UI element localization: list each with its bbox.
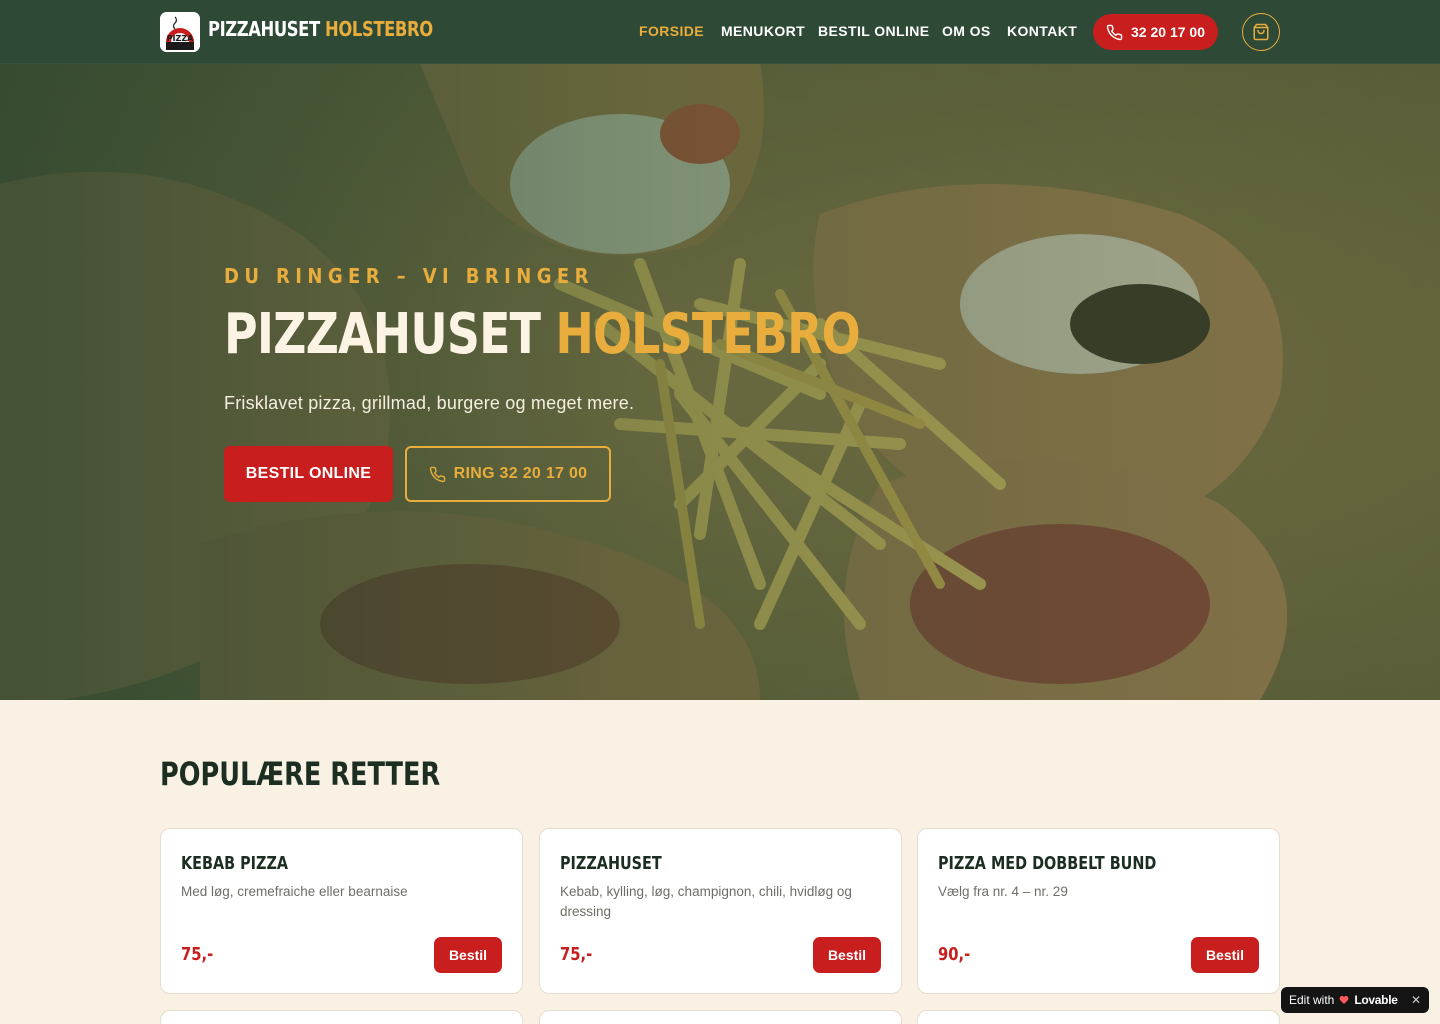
dish-card: PIZZA MED DOBBELT BUND Vælg fra nr. 4 – … — [917, 828, 1280, 994]
call-button[interactable]: RING 32 20 17 00 — [405, 446, 611, 502]
dish-card: KEBAB PIZZA Med løg, cremefraiche eller … — [160, 828, 523, 994]
brand-name-accent: HOLSTEBRO — [325, 17, 433, 41]
phone-icon — [1106, 24, 1123, 40]
phone-icon — [429, 466, 445, 482]
lovable-heart-icon — [1339, 995, 1349, 1004]
hero-subtitle: Frisklavet pizza, grillmad, burgere og m… — [224, 393, 635, 413]
nav-link-menukort[interactable]: MENUKORT — [721, 23, 805, 39]
dish-name: KEBAB PIZZA — [181, 853, 289, 874]
hero-tagline: DU RINGER – VI BRINGER — [224, 264, 594, 288]
dish-card: PIZZAHUSET Kebab, kylling, løg, champign… — [539, 828, 902, 994]
badge-prefix: Edit with — [1289, 993, 1335, 1007]
hero-overlay — [0, 64, 1440, 700]
hero-title-primary: PIZZAHUSET — [224, 302, 541, 367]
dish-card-partial — [539, 1010, 902, 1024]
svg-text:PIZZA: PIZZA — [167, 34, 194, 43]
brand-name-primary: PIZZAHUSET — [208, 17, 320, 41]
order-online-button[interactable]: BESTIL ONLINE — [224, 446, 393, 502]
dish-name: PIZZAHUSET — [560, 853, 662, 874]
close-icon[interactable]: ✕ — [1411, 993, 1421, 1007]
phone-number: 32 20 17 00 — [1131, 24, 1205, 40]
dish-price: 75,- — [560, 944, 593, 965]
pizza-logo-icon: PIZZA — [160, 12, 200, 52]
dish-card-partial — [917, 1010, 1280, 1024]
nav-link-kontakt[interactable]: KONTAKT — [1007, 23, 1077, 39]
dish-description: Vælg fra nr. 4 – nr. 29 — [938, 884, 1068, 899]
dish-name: PIZZA MED DOBBELT BUND — [938, 853, 1157, 874]
phone-button[interactable]: 32 20 17 00 — [1093, 14, 1218, 50]
hero-section — [0, 64, 1440, 700]
dish-price: 75,- — [181, 944, 214, 965]
popular-dishes-title: POPULÆRE RETTER — [160, 755, 441, 793]
nav-link-om-os[interactable]: OM OS — [942, 23, 991, 39]
badge-brand: Lovable — [1354, 993, 1398, 1007]
hero-title-accent: HOLSTEBRO — [555, 302, 860, 367]
dish-description: Kebab, kylling, løg, champignon, chili, … — [560, 884, 852, 919]
order-dish-button[interactable]: Bestil — [813, 937, 881, 973]
edit-with-lovable-badge[interactable]: Edit with Lovable ✕ — [1281, 987, 1429, 1013]
logo[interactable]: PIZZA — [160, 12, 200, 52]
dish-card-partial — [160, 1010, 523, 1024]
dish-price: 90,- — [938, 944, 971, 965]
dish-description: Med løg, cremefraiche eller bearnaise — [181, 884, 408, 899]
hero-title: PIZZAHUSET HOLSTEBRO — [224, 302, 861, 367]
top-navbar: PIZZA PIZZAHUSET HOLSTEBRO FORSIDE MENUK… — [0, 0, 1440, 64]
call-button-label: RING 32 20 17 00 — [453, 465, 588, 482]
brand-name[interactable]: PIZZAHUSET HOLSTEBRO — [208, 17, 433, 41]
nav-link-bestil-online[interactable]: BESTIL ONLINE — [818, 23, 930, 39]
nav-link-forside[interactable]: FORSIDE — [639, 23, 704, 39]
cart-button[interactable] — [1242, 13, 1280, 51]
order-dish-button[interactable]: Bestil — [1191, 937, 1259, 973]
shopping-bag-icon — [1253, 23, 1269, 41]
order-dish-button[interactable]: Bestil — [434, 937, 502, 973]
